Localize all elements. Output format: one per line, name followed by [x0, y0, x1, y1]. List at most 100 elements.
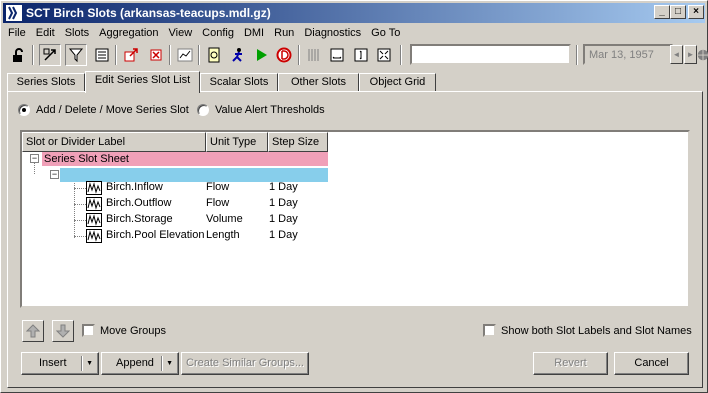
menu-dmi[interactable]: DMI	[239, 27, 269, 39]
menu-run[interactable]: Run	[269, 27, 299, 39]
minimize-button[interactable]: _	[654, 5, 670, 19]
column-header-unit[interactable]: Unit Type	[206, 132, 268, 152]
append-dropdown-icon[interactable]: ▼	[166, 353, 173, 374]
radio-value-alert[interactable]: Value Alert Thresholds	[197, 104, 325, 116]
aggregate-button[interactable]	[91, 44, 113, 66]
checkbox-box[interactable]	[82, 324, 95, 337]
maximize-button[interactable]: □	[670, 5, 686, 19]
table-row[interactable]: Birch.Inflow Flow 1 Day	[22, 180, 662, 196]
menu-bar: File Edit Slots Aggregation View Config …	[3, 24, 405, 42]
unlock-icon	[13, 48, 23, 62]
globe-icon	[697, 49, 708, 61]
slot-label: Birch.Storage	[106, 213, 173, 225]
tab-series-slots[interactable]: Series Slots	[7, 73, 85, 92]
close-slot-button[interactable]	[145, 44, 167, 66]
append-button[interactable]: Append ▼	[101, 352, 179, 375]
table-row[interactable]: Birch.Pool Elevation Length 1 Day	[22, 228, 662, 244]
slot-unit: Volume	[206, 213, 243, 225]
down-arrow-icon	[56, 324, 70, 338]
transform-button[interactable]	[39, 44, 61, 66]
tab-object-grid[interactable]: Object Grid	[359, 73, 436, 92]
menu-config[interactable]: Config	[197, 27, 239, 39]
tab-other-slots[interactable]: Other Slots	[278, 73, 359, 92]
slot-unit: Flow	[206, 181, 230, 193]
fit-all-button[interactable]	[373, 44, 395, 66]
insert-dropdown-icon[interactable]: ▼	[86, 353, 93, 374]
play-button[interactable]	[250, 44, 272, 66]
fit-width-button[interactable]	[326, 44, 348, 66]
move-down-button[interactable]	[52, 320, 74, 342]
tab-edit-series-slot-list[interactable]: Edit Series Slot List	[85, 71, 200, 93]
open-slot-button[interactable]	[120, 44, 142, 66]
toolbar-search-input[interactable]	[410, 44, 571, 65]
stop-button[interactable]	[273, 44, 295, 66]
tree-root-row[interactable]: − Series Slot Sheet	[22, 152, 328, 168]
move-groups-checkbox[interactable]: Move Groups	[82, 324, 166, 337]
title-bar[interactable]: SCT Birch Slots (arkansas-teacups.mdl.gz…	[3, 3, 705, 23]
collapse-root-icon[interactable]: −	[30, 154, 39, 163]
menu-goto[interactable]: Go To	[366, 27, 405, 39]
create-similar-groups-button[interactable]: Create Similar Groups...	[181, 352, 309, 375]
edit-series-slot-list-panel: Add / Delete / Move Series Slot Value Al…	[7, 91, 703, 388]
plot-button[interactable]	[174, 44, 196, 66]
move-up-button[interactable]	[22, 320, 44, 342]
aggregate-icon	[95, 48, 109, 62]
column-header-label[interactable]: Slot or Divider Label	[22, 132, 206, 152]
series-slot-icon	[86, 229, 102, 243]
table-row[interactable]: Birch.Storage Volume 1 Day	[22, 212, 662, 228]
riverware-app-icon	[6, 5, 22, 21]
unlock-button[interactable]	[7, 44, 29, 66]
column-header-step[interactable]: Step Size	[268, 132, 328, 152]
run-icon	[232, 48, 242, 62]
play-icon	[257, 49, 267, 61]
fit-height-button[interactable]	[350, 44, 372, 66]
series-slot-icon	[86, 213, 102, 227]
slot-step: 1 Day	[269, 197, 298, 209]
series-slot-icon	[86, 197, 102, 211]
timestep-button[interactable]	[203, 44, 225, 66]
table-row[interactable]: Birch.Outflow Flow 1 Day	[22, 196, 662, 212]
run-button[interactable]	[227, 44, 249, 66]
show-both-checkbox[interactable]: Show both Slot Labels and Slot Names	[483, 324, 692, 337]
grid-icon	[308, 49, 319, 61]
open-slot-icon	[124, 48, 138, 62]
tab-scalar-slots[interactable]: Scalar Slots	[200, 73, 278, 92]
close-button[interactable]: ×	[688, 5, 704, 19]
checkbox-box[interactable]	[483, 324, 496, 337]
slot-label: Birch.Pool Elevation	[106, 229, 205, 241]
filter-button[interactable]	[65, 44, 87, 66]
insert-button[interactable]: Insert ▼	[21, 352, 99, 375]
collapse-group-icon[interactable]: −	[50, 170, 59, 179]
fit-all-icon	[377, 48, 391, 62]
window-title: SCT Birch Slots (arkansas-teacups.mdl.gz…	[26, 6, 271, 20]
cancel-button[interactable]: Cancel	[614, 352, 689, 375]
slot-unit: Flow	[206, 197, 230, 209]
slot-step: 1 Day	[269, 213, 298, 225]
menu-view[interactable]: View	[164, 27, 198, 39]
append-label: Append	[116, 357, 154, 369]
filter-icon	[68, 48, 84, 63]
slot-tree[interactable]: Slot or Divider Label Unit Type Step Siz…	[20, 130, 690, 308]
radio-add-delete-move[interactable]: Add / Delete / Move Series Slot	[18, 104, 189, 116]
menu-slots[interactable]: Slots	[60, 27, 94, 39]
date-left-button[interactable]: ◄	[670, 45, 683, 64]
menu-file[interactable]: File	[3, 27, 31, 39]
radio-indicator[interactable]	[197, 104, 209, 116]
transform-icon	[43, 48, 56, 61]
radio-alert-label: Value Alert Thresholds	[215, 104, 325, 116]
up-arrow-icon	[26, 324, 40, 338]
run-date-field[interactable]: Mar 13, 1957	[583, 44, 673, 65]
toolbar: Mar 13, 1957 ◄ ►	[5, 43, 708, 67]
root-label: Series Slot Sheet	[44, 153, 129, 165]
slot-label: Birch.Outflow	[106, 197, 172, 209]
insert-label: Insert	[39, 357, 67, 369]
move-groups-label: Move Groups	[100, 324, 167, 337]
slot-label: Birch.Inflow	[106, 181, 163, 193]
menu-aggregation[interactable]: Aggregation	[94, 27, 163, 39]
globe-button[interactable]	[696, 44, 708, 66]
radio-indicator[interactable]	[18, 104, 30, 116]
menu-edit[interactable]: Edit	[31, 27, 60, 39]
menu-diagnostics[interactable]: Diagnostics	[299, 27, 366, 39]
revert-button[interactable]: Revert	[533, 352, 608, 375]
grid-button[interactable]	[303, 44, 325, 66]
